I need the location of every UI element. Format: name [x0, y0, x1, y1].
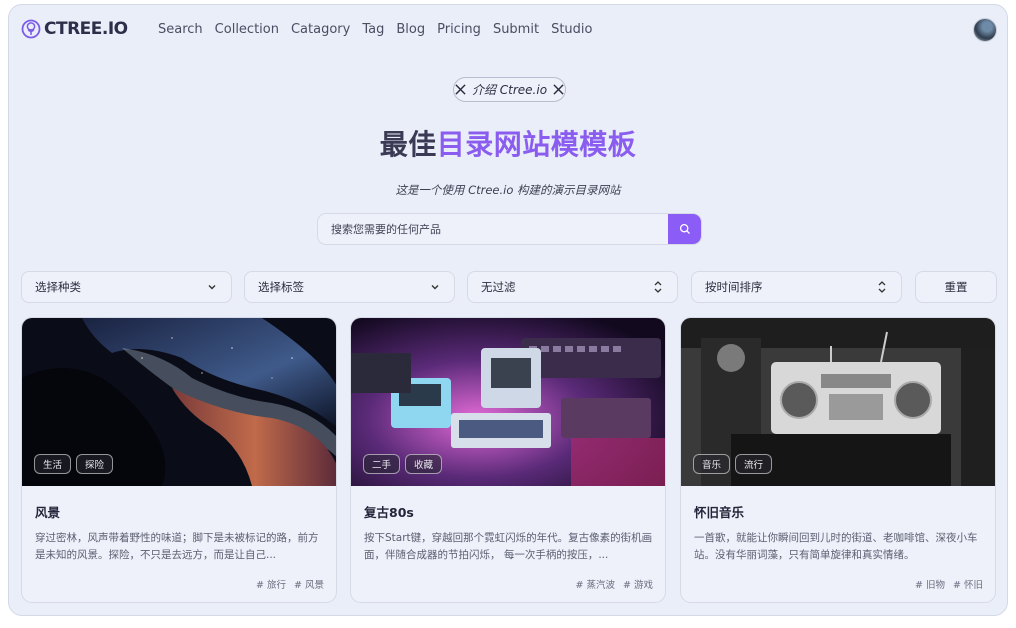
hashtag[interactable]: # 游戏 — [623, 577, 653, 591]
card-tag[interactable]: 音乐 — [693, 454, 731, 474]
intro-pill[interactable]: 介绍 Ctree.io — [453, 77, 566, 102]
card-hashtags: # 旧物 # 怀旧 — [915, 577, 983, 591]
nav-blog[interactable]: Blog — [396, 22, 425, 37]
card-retro80s[interactable]: 二手 收藏 复古80s 按下Start键，穿越回那个霓虹闪烁的年代。复古像素的街… — [350, 317, 666, 603]
chevron-updown-icon — [878, 281, 886, 293]
card-description: 按下Start键，穿越回那个霓虹闪烁的年代。复古像素的街机画面，伴随合成器的节拍… — [364, 532, 653, 561]
chevron-down-icon — [431, 285, 439, 290]
card-tag[interactable]: 探险 — [76, 454, 114, 474]
card-title: 怀旧音乐 — [694, 505, 745, 520]
hashtag[interactable]: # 旧物 — [915, 577, 945, 591]
reset-button[interactable]: 重置 — [915, 271, 997, 303]
search-button[interactable] — [668, 214, 701, 244]
search-bar — [317, 213, 702, 245]
app-frame: CTREE.IO Search Collection Catagory Tag … — [8, 4, 1008, 616]
card-tags: 生活 探险 — [34, 454, 114, 474]
card-tag[interactable]: 流行 — [735, 454, 773, 474]
card-hashtags: # 蒸汽波 # 游戏 — [576, 577, 653, 591]
x-logo-icon — [455, 84, 466, 95]
card-title: 复古80s — [364, 505, 414, 520]
card-tag[interactable]: 生活 — [34, 454, 72, 474]
nav-category[interactable]: Catagory — [291, 22, 350, 37]
hero-subtitle: 这是一个使用 Ctree.io 构建的演示目录网站 — [395, 183, 621, 197]
tag-select-label: 选择标签 — [258, 280, 304, 294]
search-icon — [679, 223, 690, 234]
intro-pill-text: 介绍 Ctree.io — [471, 83, 548, 97]
card-tag[interactable]: 二手 — [363, 454, 401, 474]
hero-title-part1: 最佳 — [379, 128, 437, 161]
user-avatar[interactable] — [973, 18, 997, 42]
card-hashtags: # 旅行 # 风景 — [256, 577, 324, 591]
card-description: 穿过密林，风声带着野性的味道；脚下是未被标记的路，前方是未知的风景。探险，不只是… — [35, 532, 319, 561]
sort-select-label: 按时间排序 — [705, 280, 763, 294]
top-nav: CTREE.IO Search Collection Catagory Tag … — [9, 5, 1007, 57]
card-tags: 音乐 流行 — [693, 454, 773, 474]
x-logo-icon — [553, 84, 564, 95]
nav-collection[interactable]: Collection — [215, 22, 279, 37]
nav-studio[interactable]: Studio — [551, 22, 592, 37]
reset-button-label: 重置 — [944, 280, 968, 294]
chevron-down-icon — [208, 285, 216, 290]
card-title: 风景 — [35, 505, 61, 520]
nav-tag[interactable]: Tag — [362, 22, 384, 37]
sort-select[interactable]: 按时间排序 — [691, 271, 902, 303]
card-description: 一首歌，就能让你瞬间回到儿时的街道、老咖啡馆、深夜小车站。没有华丽词藻，只有简单… — [694, 532, 978, 561]
hero-title-part2: 目录网站模模板 — [436, 128, 637, 161]
hashtag[interactable]: # 风景 — [294, 577, 324, 591]
card-tag[interactable]: 收藏 — [405, 454, 443, 474]
hashtag[interactable]: # 蒸汽波 — [576, 577, 615, 591]
nav-links: Search Collection Catagory Tag Blog Pric… — [158, 22, 604, 37]
card-image: 二手 收藏 — [351, 318, 665, 486]
nav-pricing[interactable]: Pricing — [437, 22, 481, 37]
filter-select[interactable]: 无过滤 — [467, 271, 678, 303]
filter-select-label: 无过滤 — [481, 280, 516, 294]
logo[interactable]: CTREE.IO — [21, 19, 128, 39]
category-select-label: 选择种类 — [35, 280, 81, 294]
chevron-updown-icon — [654, 281, 662, 293]
tag-select[interactable]: 选择标签 — [244, 271, 455, 303]
nav-submit[interactable]: Submit — [493, 22, 539, 37]
hashtag[interactable]: # 旅行 — [256, 577, 286, 591]
hero-title: 最佳目录网站模模板 — [9, 123, 1007, 163]
hashtag[interactable]: # 怀旧 — [953, 577, 983, 591]
category-select[interactable]: 选择种类 — [21, 271, 232, 303]
card-nostalgic-music[interactable]: 音乐 流行 怀旧音乐 一首歌，就能让你瞬间回到儿时的街道、老咖啡馆、深夜小车站。… — [680, 317, 996, 603]
card-image: 生活 探险 — [22, 318, 336, 486]
card-image: 音乐 流行 — [681, 318, 995, 486]
search-input[interactable] — [318, 214, 670, 244]
card-tags: 二手 收藏 — [363, 454, 443, 474]
logo-text: CTREE.IO — [44, 19, 128, 39]
tree-logo-icon — [21, 19, 41, 39]
nav-search[interactable]: Search — [158, 22, 203, 37]
card-landscape[interactable]: 生活 探险 风景 穿过密林，风声带着野性的味道；脚下是未被标记的路，前方是未知的… — [21, 317, 337, 603]
